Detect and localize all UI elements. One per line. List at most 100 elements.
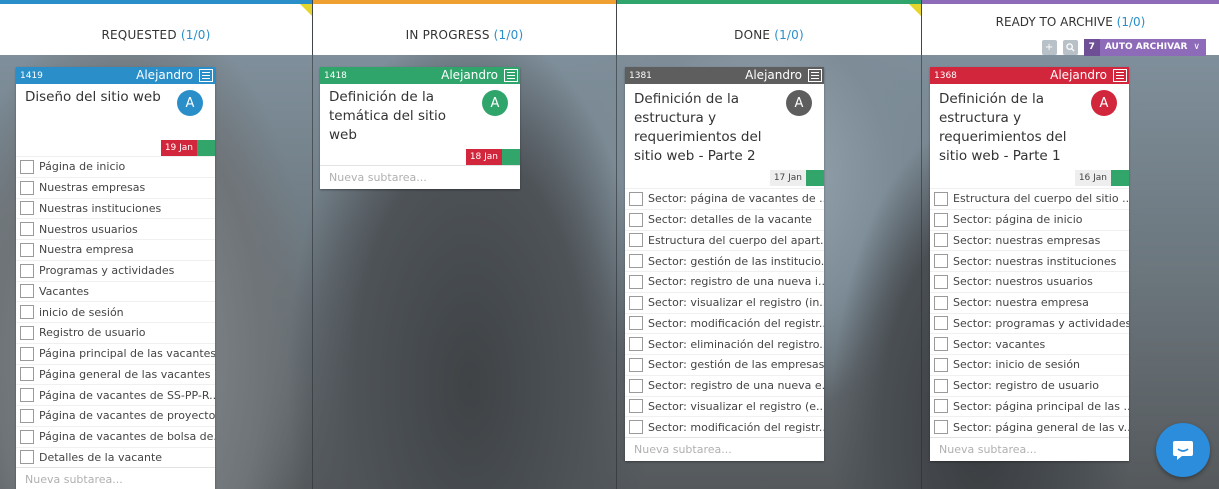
- menu-icon[interactable]: [504, 69, 518, 82]
- subtask-checkbox[interactable]: [934, 274, 948, 289]
- subtask-checkbox[interactable]: [934, 233, 948, 248]
- due-date-badge[interactable]: 16 Jan: [1074, 170, 1111, 186]
- subtask-item[interactable]: Sector: página de inicio: [930, 208, 1129, 230]
- subtask-item[interactable]: Sector: visualizar el registro (e...: [625, 395, 824, 417]
- subtask-checkbox[interactable]: [934, 254, 948, 269]
- due-date-badge[interactable]: 18 Jan: [465, 149, 502, 165]
- subtask-item[interactable]: Sector: visualizar el registro (in...: [625, 291, 824, 313]
- subtask-item[interactable]: Página de vacantes de bolsa de...: [16, 425, 215, 447]
- menu-icon[interactable]: [1113, 69, 1127, 82]
- subtask-item[interactable]: Nuestras empresas: [16, 176, 215, 198]
- subtask-item[interactable]: Sector: eliminación del registro...: [625, 333, 824, 354]
- subtask-item[interactable]: Sector: página de vacantes de ...: [625, 188, 824, 209]
- subtask-checkbox[interactable]: [629, 399, 643, 414]
- subtask-item[interactable]: Sector: registro de usuario: [930, 374, 1129, 396]
- subtask-checkbox[interactable]: [629, 337, 643, 352]
- avatar[interactable]: A: [482, 90, 508, 116]
- due-date-badge[interactable]: 17 Jan: [769, 170, 806, 186]
- subtask-item[interactable]: inicio de sesión: [16, 301, 215, 322]
- column-header-requested[interactable]: REQUESTED (1/0): [0, 0, 312, 55]
- subtask-checkbox[interactable]: [20, 263, 34, 278]
- subtask-checkbox[interactable]: [934, 337, 948, 352]
- subtask-item[interactable]: Sector: nuestros usuarios: [930, 271, 1129, 292]
- subtask-checkbox[interactable]: [934, 378, 948, 393]
- subtask-item[interactable]: Nuestra empresa: [16, 239, 215, 260]
- task-card[interactable]: 1368 Alejandro Definición de la estructu…: [930, 67, 1129, 461]
- avatar[interactable]: A: [177, 90, 203, 116]
- subtask-checkbox[interactable]: [20, 159, 34, 174]
- subtask-item[interactable]: Sector: página general de las v...: [930, 416, 1129, 437]
- subtask-item[interactable]: Registro de usuario: [16, 322, 215, 343]
- task-card[interactable]: 1418 Alejandro Definición de la temática…: [320, 67, 520, 189]
- subtask-checkbox[interactable]: [629, 233, 643, 248]
- subtask-checkbox[interactable]: [629, 357, 643, 372]
- subtask-item[interactable]: Sector: registro de una nueva i...: [625, 271, 824, 292]
- subtask-checkbox[interactable]: [20, 388, 34, 403]
- menu-icon[interactable]: [199, 69, 213, 82]
- subtask-item[interactable]: Sector: registro de una nueva e...: [625, 374, 824, 396]
- subtask-checkbox[interactable]: [20, 201, 34, 216]
- card-owner[interactable]: Alejandro: [136, 68, 193, 82]
- subtask-item[interactable]: Sector: inicio de sesión: [930, 354, 1129, 375]
- subtask-item[interactable]: Nuestros usuarios: [16, 218, 215, 239]
- subtask-item[interactable]: Sector: detalles de la vacante: [625, 208, 824, 230]
- subtask-item[interactable]: Programas y actividades: [16, 259, 215, 281]
- subtask-checkbox[interactable]: [20, 284, 34, 299]
- subtask-checkbox[interactable]: [629, 316, 643, 331]
- card-owner[interactable]: Alejandro: [745, 68, 802, 82]
- subtask-item[interactable]: Sector: nuestra empresa: [930, 291, 1129, 313]
- subtask-item[interactable]: Sector: programas y actividades: [930, 312, 1129, 334]
- subtask-checkbox[interactable]: [934, 212, 948, 227]
- card-title[interactable]: Definición de la temática del sitio web …: [320, 84, 520, 149]
- auto-archive-dropdown[interactable]: 7 AUTO ARCHIVAR ∨: [1083, 38, 1206, 56]
- card-owner[interactable]: Alejandro: [1050, 68, 1107, 82]
- subtask-checkbox[interactable]: [629, 420, 643, 435]
- subtask-item[interactable]: Página de vacantes de SS-PP-R...: [16, 384, 215, 405]
- subtask-checkbox[interactable]: [934, 295, 948, 310]
- subtask-item[interactable]: Nuestras instituciones: [16, 197, 215, 219]
- subtask-checkbox[interactable]: [934, 420, 948, 435]
- expand-icon[interactable]: +: [1041, 39, 1057, 55]
- subtask-item[interactable]: Sector: vacantes: [930, 333, 1129, 354]
- subtask-checkbox[interactable]: [20, 242, 34, 257]
- subtask-item[interactable]: Sector: modificación del registr...: [625, 312, 824, 334]
- subtask-checkbox[interactable]: [20, 180, 34, 195]
- new-subtask-input[interactable]: Nueva subtarea...: [625, 437, 824, 461]
- avatar[interactable]: A: [1091, 90, 1117, 116]
- due-date-badge[interactable]: 19 Jan: [160, 140, 197, 156]
- subtask-item[interactable]: Sector: gestión de las empresas: [625, 354, 824, 375]
- subtask-item[interactable]: Estructura del cuerpo del apart...: [625, 229, 824, 251]
- card-title[interactable]: Definición de la estructura y requerimie…: [930, 84, 1129, 170]
- subtask-checkbox[interactable]: [20, 367, 34, 382]
- card-title[interactable]: Definición de la estructura y requerimie…: [625, 84, 824, 170]
- subtask-checkbox[interactable]: [934, 399, 948, 414]
- subtask-item[interactable]: Detalles de la vacante: [16, 446, 215, 468]
- subtask-checkbox[interactable]: [20, 325, 34, 340]
- subtask-checkbox[interactable]: [20, 408, 34, 423]
- subtask-checkbox[interactable]: [934, 316, 948, 331]
- column-header-done[interactable]: DONE (1/0): [617, 0, 921, 55]
- subtask-checkbox[interactable]: [934, 191, 948, 206]
- subtask-checkbox[interactable]: [20, 222, 34, 237]
- subtask-item[interactable]: Sector: nuestras instituciones: [930, 250, 1129, 271]
- subtask-checkbox[interactable]: [20, 346, 34, 361]
- menu-icon[interactable]: [808, 69, 822, 82]
- card-title[interactable]: Diseño del sitio web A: [16, 84, 215, 140]
- subtask-item[interactable]: Página principal de las vacantes: [16, 342, 215, 364]
- subtask-item[interactable]: Página de inicio: [16, 156, 215, 177]
- column-header-in-progress[interactable]: IN PROGRESS (1/0): [313, 0, 616, 55]
- new-subtask-input[interactable]: Nueva subtarea...: [930, 437, 1129, 461]
- subtask-item[interactable]: Sector: página principal de las ...: [930, 395, 1129, 417]
- subtask-checkbox[interactable]: [629, 212, 643, 227]
- subtask-checkbox[interactable]: [629, 254, 643, 269]
- subtask-checkbox[interactable]: [20, 429, 34, 444]
- subtask-checkbox[interactable]: [20, 305, 34, 320]
- subtask-item[interactable]: Vacantes: [16, 280, 215, 302]
- card-owner[interactable]: Alejandro: [441, 68, 498, 82]
- subtask-item[interactable]: Página de vacantes de proyectos: [16, 405, 215, 426]
- subtask-item[interactable]: Página general de las vacantes: [16, 363, 215, 385]
- subtask-checkbox[interactable]: [629, 191, 643, 206]
- subtask-item[interactable]: Sector: nuestras empresas: [930, 229, 1129, 251]
- subtask-item[interactable]: Estructura del cuerpo del sitio ...: [930, 188, 1129, 209]
- new-subtask-input[interactable]: Nueva subtarea...: [320, 165, 520, 189]
